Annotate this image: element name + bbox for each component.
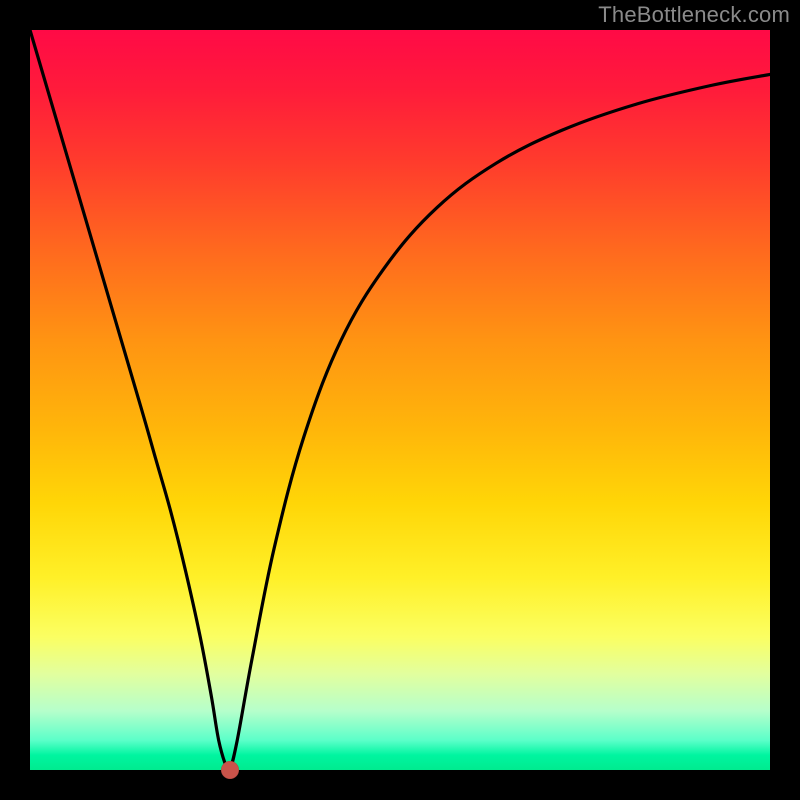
- optimal-point-marker: [221, 761, 239, 779]
- chart-frame: TheBottleneck.com: [0, 0, 800, 800]
- plot-area: [30, 30, 770, 770]
- watermark-text: TheBottleneck.com: [598, 2, 790, 28]
